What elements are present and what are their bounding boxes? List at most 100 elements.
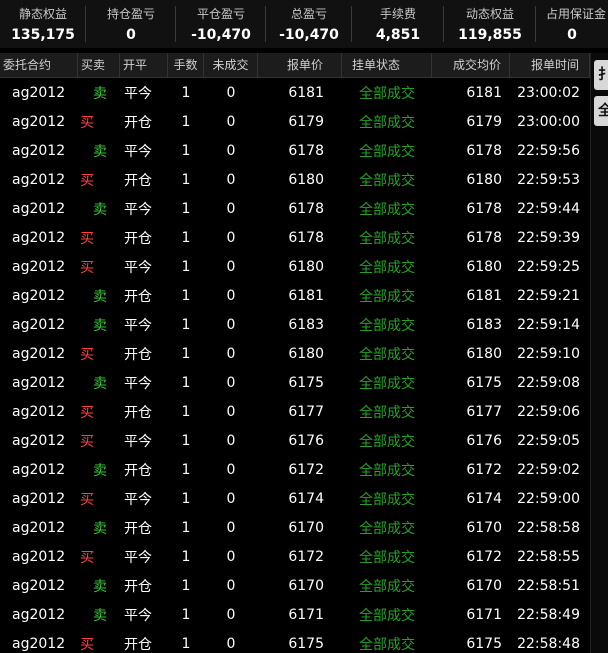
cell-price: 6174 — [288, 490, 324, 507]
sell-label: 卖 — [93, 317, 107, 334]
cell-status: 全部成交 — [359, 172, 415, 189]
cell-offset: 开仓 — [124, 346, 152, 363]
cell-lots: 1 — [181, 113, 191, 130]
cell-price: 6178 — [288, 200, 324, 217]
cell-price: 6180 — [288, 345, 324, 362]
column-header-avg-price[interactable]: 成交均价 — [432, 53, 510, 77]
table-row[interactable]: ag2012 买 开仓 1 0 6180 全部成交 6180 22:59:10 — [0, 339, 590, 368]
table-row[interactable]: ag2012 卖平今 1 0 6175 全部成交 6175 22:59:08 — [0, 368, 590, 397]
table-row[interactable]: ag2012 卖平今 1 0 6178 全部成交 6178 22:59:56 — [0, 136, 590, 165]
cell-lots: 1 — [181, 635, 191, 652]
cell-contract: ag2012 — [12, 374, 66, 391]
column-header-time[interactable]: 报单时间 — [510, 53, 590, 77]
cell-contract: ag2012 — [12, 84, 66, 101]
cell-status: 全部成交 — [359, 404, 415, 421]
table-row[interactable]: ag2012 卖开仓 1 0 6170 全部成交 6170 22:58:51 — [0, 571, 590, 600]
stat-label: 动态权益 — [465, 7, 514, 21]
stat-value: 0 — [567, 27, 577, 43]
cell-contract: ag2012 — [12, 200, 66, 217]
side-tab-button[interactable]: 扌 — [594, 60, 608, 90]
sell-label: 卖 — [93, 578, 107, 595]
cell-avg-price: 6176 — [466, 432, 502, 449]
side-tab-button[interactable]: 全 — [594, 96, 608, 126]
cell-side: 卖 — [78, 286, 120, 306]
column-header-lots[interactable]: 手数 — [168, 53, 204, 77]
stat-value: -10,470 — [279, 27, 339, 43]
column-header-unfilled[interactable]: 未成交 — [204, 53, 258, 77]
cell-status: 全部成交 — [359, 346, 415, 363]
column-header-offset[interactable]: 开平 — [120, 53, 168, 77]
cell-side: 买 — [78, 634, 120, 653]
table-row[interactable]: ag2012 买 开仓 1 0 6175 全部成交 6175 22:58:48 — [0, 629, 590, 653]
cell-time: 22:59:44 — [517, 200, 580, 217]
buy-label: 买 — [80, 259, 94, 276]
buy-label: 买 — [80, 346, 94, 363]
cell-status: 全部成交 — [359, 85, 415, 102]
table-row[interactable]: ag2012 卖平今 1 0 6178 全部成交 6178 22:59:44 — [0, 194, 590, 223]
cell-lots: 1 — [181, 548, 191, 565]
stat-total-pnl: 总盈亏 -10,470 — [266, 0, 352, 48]
cell-price: 6178 — [288, 229, 324, 246]
table-row[interactable]: ag2012 买 平今 1 0 6174 全部成交 6174 22:59:00 — [0, 484, 590, 513]
table-row[interactable]: ag2012 卖开仓 1 0 6181 全部成交 6181 22:59:21 — [0, 281, 590, 310]
cell-contract: ag2012 — [12, 113, 66, 130]
stat-value: 4,851 — [375, 27, 421, 43]
cell-offset: 开仓 — [124, 172, 152, 189]
cell-time: 22:59:21 — [517, 287, 580, 304]
cell-time: 22:58:55 — [517, 548, 580, 565]
side-panel-strip — [590, 53, 608, 653]
stat-label: 持仓盈亏 — [106, 7, 155, 21]
table-row[interactable]: ag2012 卖平今 1 0 6181 全部成交 6181 23:00:02 — [0, 78, 590, 107]
cell-unfilled: 0 — [226, 577, 236, 594]
cell-time: 22:59:14 — [517, 316, 580, 333]
cell-unfilled: 0 — [226, 461, 236, 478]
cell-avg-price: 6183 — [466, 316, 502, 333]
cell-avg-price: 6170 — [466, 577, 502, 594]
table-row[interactable]: ag2012 卖开仓 1 0 6172 全部成交 6172 22:59:02 — [0, 455, 590, 484]
table-row[interactable]: ag2012 卖平今 1 0 6171 全部成交 6171 22:58:49 — [0, 600, 590, 629]
cell-lots: 1 — [181, 287, 191, 304]
table-row[interactable]: ag2012 买 开仓 1 0 6179 全部成交 6179 23:00:00 — [0, 107, 590, 136]
table-row[interactable]: ag2012 买 开仓 1 0 6180 全部成交 6180 22:59:53 — [0, 165, 590, 194]
table-row[interactable]: ag2012 买 平今 1 0 6172 全部成交 6172 22:58:55 — [0, 542, 590, 571]
sell-label: 卖 — [93, 607, 107, 624]
cell-offset: 平今 — [124, 85, 152, 102]
cell-avg-price: 6175 — [466, 374, 502, 391]
cell-avg-price: 6181 — [466, 287, 502, 304]
cell-unfilled: 0 — [226, 229, 236, 246]
sell-label: 卖 — [93, 201, 107, 218]
cell-unfilled: 0 — [226, 171, 236, 188]
cell-price: 6180 — [288, 171, 324, 188]
table-row[interactable]: ag2012 买 开仓 1 0 6178 全部成交 6178 22:59:39 — [0, 223, 590, 252]
cell-contract: ag2012 — [12, 287, 66, 304]
cell-time: 22:59:10 — [517, 345, 580, 362]
cell-avg-price: 6171 — [466, 606, 502, 623]
cell-time: 22:58:58 — [517, 519, 580, 536]
column-header-side[interactable]: 买卖 — [78, 53, 120, 77]
cell-avg-price: 6180 — [466, 345, 502, 362]
stat-static-equity: 静态权益 135,175 — [0, 0, 86, 48]
cell-side: 卖 — [78, 315, 120, 335]
cell-unfilled: 0 — [226, 548, 236, 565]
table-header: 委托合约 买卖 开平 手数 未成交 报单价 挂单状态 成交均价 报单时间 — [0, 53, 590, 78]
cell-time: 22:59:08 — [517, 374, 580, 391]
table-row[interactable]: ag2012 买 平今 1 0 6180 全部成交 6180 22:59:25 — [0, 252, 590, 281]
table-row[interactable]: ag2012 买 平今 1 0 6176 全部成交 6176 22:59:05 — [0, 426, 590, 455]
cell-contract: ag2012 — [12, 345, 66, 362]
cell-price: 6178 — [288, 142, 324, 159]
cell-price: 6175 — [288, 374, 324, 391]
stat-commission: 手续费 4,851 — [352, 0, 444, 48]
cell-price: 6181 — [288, 84, 324, 101]
cell-price: 6171 — [288, 606, 324, 623]
table-row[interactable]: ag2012 卖平今 1 0 6183 全部成交 6183 22:59:14 — [0, 310, 590, 339]
column-header-contract[interactable]: 委托合约 — [0, 53, 78, 77]
table-row[interactable]: ag2012 卖开仓 1 0 6170 全部成交 6170 22:58:58 — [0, 513, 590, 542]
column-header-status[interactable]: 挂单状态 — [342, 53, 432, 77]
account-summary-bar: 静态权益 135,175 持仓盈亏 0 平仓盈亏 -10,470 总盈亏 -10… — [0, 0, 608, 48]
cell-contract: ag2012 — [12, 519, 66, 536]
stat-label: 占用保证金 — [546, 7, 607, 21]
table-row[interactable]: ag2012 买 开仓 1 0 6177 全部成交 6177 22:59:06 — [0, 397, 590, 426]
column-header-price[interactable]: 报单价 — [258, 53, 342, 77]
cell-lots: 1 — [181, 200, 191, 217]
cell-unfilled: 0 — [226, 84, 236, 101]
